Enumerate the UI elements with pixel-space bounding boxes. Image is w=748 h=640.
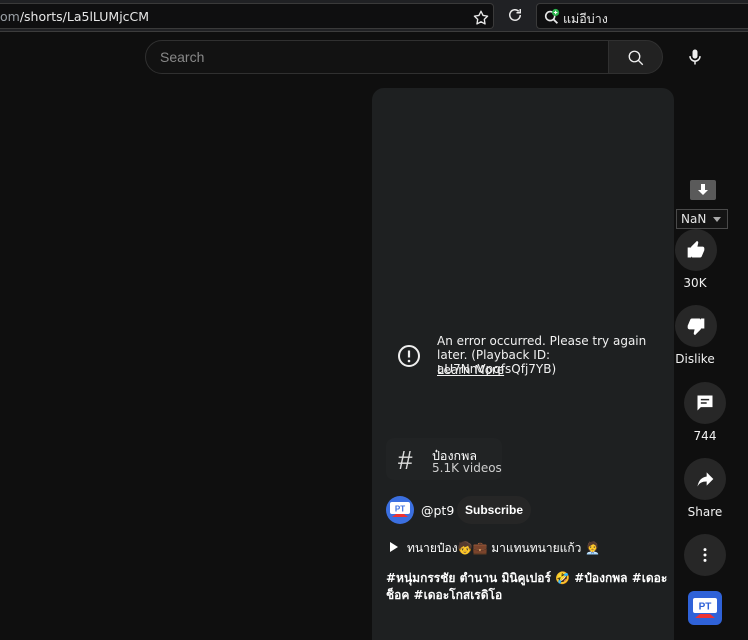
share-label: Share: [687, 505, 723, 519]
svg-text:PT: PT: [699, 602, 712, 613]
more-options-button[interactable]: [684, 534, 726, 576]
search-button[interactable]: [608, 40, 663, 74]
dislike-label: Dislike: [675, 352, 715, 366]
extension-search-box[interactable]: แม่อีบ่าง: [536, 3, 748, 29]
learn-more-link[interactable]: Learn More: [437, 363, 504, 377]
comments-button[interactable]: [684, 382, 726, 424]
reload-icon[interactable]: [506, 6, 524, 24]
like-button[interactable]: [675, 229, 717, 271]
microphone-icon[interactable]: [685, 47, 705, 67]
comment-count: 744: [693, 429, 717, 443]
download-button[interactable]: [690, 180, 716, 200]
comment-icon: [697, 395, 713, 411]
play-icon: [390, 542, 398, 552]
download-arrow-icon: [698, 184, 708, 195]
chevron-down-icon: [713, 217, 721, 222]
hashtag-video-count: 5.1K videos: [432, 461, 502, 475]
channel-handle[interactable]: @pt9: [421, 503, 454, 518]
browser-toolbar: om/shorts/La5lLUMjcCM แม่อีบ่าง: [0, 0, 748, 32]
hashtag-icon: #: [398, 445, 413, 475]
search-bar: [145, 40, 663, 74]
share-button[interactable]: [684, 458, 726, 500]
pt-logo-icon: PT: [390, 502, 410, 517]
video-caption[interactable]: #หนุ่มกรรชัย ตำนาน มินิคูเปอร์ 🤣 #ป๋องกพ…: [386, 570, 670, 604]
speed-select-value: NaN: [681, 212, 707, 226]
extension-search-text: แม่อีบ่าง: [563, 11, 608, 26]
url-prefix: om: [0, 9, 20, 24]
share-arrow-icon: [697, 472, 714, 487]
address-bar[interactable]: om/shorts/La5lLUMjcCM: [0, 3, 494, 29]
url-path: /shorts/La5lLUMjcCM: [19, 9, 150, 24]
channel-thumbnail[interactable]: PT: [688, 591, 722, 625]
search-input[interactable]: [145, 40, 609, 74]
pt-logo-icon: PT: [693, 598, 717, 618]
speed-select[interactable]: NaN: [676, 209, 728, 229]
more-vert-icon: [703, 548, 707, 562]
subscribe-button[interactable]: Subscribe: [457, 496, 531, 524]
like-count: 30K: [683, 276, 707, 290]
channel-avatar[interactable]: PT: [386, 496, 414, 524]
error-icon: [398, 345, 420, 367]
search-extension-icon: [544, 8, 560, 24]
sound-title[interactable]: ทนายป๋อง🧒💼 มาแทนทนายแก้ว 🧑‍💼: [407, 539, 600, 558]
bookmark-star-icon[interactable]: [472, 9, 490, 27]
thumbs-down-icon: [687, 318, 705, 336]
svg-text:PT: PT: [395, 505, 405, 514]
url-text[interactable]: om/shorts/La5lLUMjcCM: [0, 9, 149, 24]
search-icon: [628, 50, 644, 66]
thumbs-up-icon: [687, 240, 705, 258]
dislike-button[interactable]: [675, 305, 717, 347]
